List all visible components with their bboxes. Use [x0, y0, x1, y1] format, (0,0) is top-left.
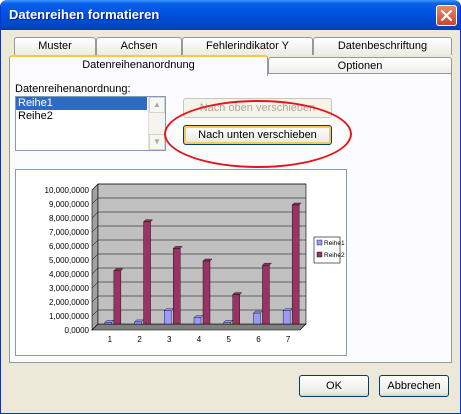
bar: [104, 322, 113, 325]
x-tick-label: 7: [286, 335, 291, 344]
dialog-window: Datenreihen formatieren Muster Achsen Fe…: [0, 0, 461, 414]
y-tick-label: 8,000,0000: [49, 214, 90, 223]
x-tick-label: 5: [226, 335, 231, 344]
legend-swatch: [316, 239, 323, 246]
y-tick-label: 5,000,0000: [49, 256, 90, 265]
tab-fehlerindikator-y[interactable]: Fehlerindikator Y: [182, 37, 313, 55]
bar: [282, 310, 291, 325]
y-tick-label: 1,000,0000: [49, 312, 90, 321]
y-tick-label: 9,000,0000: [49, 200, 90, 209]
y-tick-label: 3,000,0000: [49, 284, 90, 293]
ok-button[interactable]: OK: [299, 375, 369, 397]
y-tick-label: 6,000,0000: [49, 242, 90, 251]
x-tick-label: 1: [108, 335, 113, 344]
bar: [143, 221, 151, 325]
bar: [193, 317, 202, 325]
chart-svg: 0,0000 1,000,0000 2,000,0000 3,000,0000 4,00…: [45, 183, 345, 344]
bar: [173, 248, 181, 325]
bar: [253, 312, 261, 325]
tab-achsen[interactable]: Achsen: [96, 37, 182, 55]
tab-label: Optionen: [337, 60, 383, 72]
x-tick-label: 2: [137, 335, 142, 344]
y-tick-label: 4,000,0000: [49, 270, 90, 279]
close-button[interactable]: [436, 5, 457, 26]
bar: [202, 260, 211, 325]
bar: [223, 322, 231, 325]
tab-label: Datenreihenanordnung: [82, 59, 195, 71]
y-tick-label: 10,000,0000: [45, 186, 90, 195]
bar: [134, 321, 142, 325]
series-order-list[interactable]: Reihe1 Reihe2 ▲ ▼: [15, 96, 166, 151]
x-tick-label: 6: [256, 335, 261, 344]
bar: [164, 310, 172, 325]
list-item[interactable]: Reihe2: [16, 110, 165, 123]
chevron-down-icon: ▼: [153, 137, 161, 146]
order-label: Datenreihenanordnung:: [15, 83, 131, 95]
x-tick-label: 3: [167, 335, 172, 344]
tab-muster[interactable]: Muster: [14, 37, 96, 55]
chart-floor: [91, 323, 307, 331]
y-tick-label: 7,000,0000: [49, 228, 90, 237]
tab-label: Fehlerindikator Y: [206, 40, 289, 52]
chevron-up-icon: ▲: [153, 100, 161, 109]
tab-datenbeschriftung[interactable]: Datenbeschriftung: [313, 37, 452, 55]
scroll-down-button[interactable]: ▼: [149, 134, 165, 150]
bar: [262, 264, 270, 325]
bar: [232, 294, 240, 325]
tab-label: Datenbeschriftung: [337, 40, 428, 52]
close-icon: [440, 9, 453, 22]
tab-label: Achsen: [120, 40, 158, 52]
x-tick-label: 4: [197, 335, 202, 344]
chart-preview: 0,0000 1,000,0000 2,000,0000 3,000,0000 4,00…: [15, 169, 347, 356]
bar: [113, 270, 122, 325]
list-item[interactable]: Reihe1: [16, 97, 147, 110]
tab-label: Muster: [38, 40, 72, 52]
legend-swatch: [316, 251, 323, 258]
tab-datenreihenanordnung[interactable]: Datenreihenanordnung: [9, 55, 268, 76]
legend-label: Reihe2: [324, 252, 345, 259]
annotation-highlight-ellipse: [164, 100, 352, 168]
y-tick-label: 0,0000: [65, 326, 90, 335]
y-tick-label: 2,000,0000: [49, 298, 90, 307]
bar: [291, 204, 300, 325]
legend-label: Reihe1: [324, 240, 345, 247]
window-title: Datenreihen formatieren: [9, 7, 160, 22]
cancel-button[interactable]: Abbrechen: [379, 375, 449, 397]
vertical-scrollbar[interactable]: ▲ ▼: [148, 97, 165, 150]
scroll-up-button[interactable]: ▲: [149, 97, 165, 113]
title-bar[interactable]: Datenreihen formatieren: [1, 0, 460, 30]
